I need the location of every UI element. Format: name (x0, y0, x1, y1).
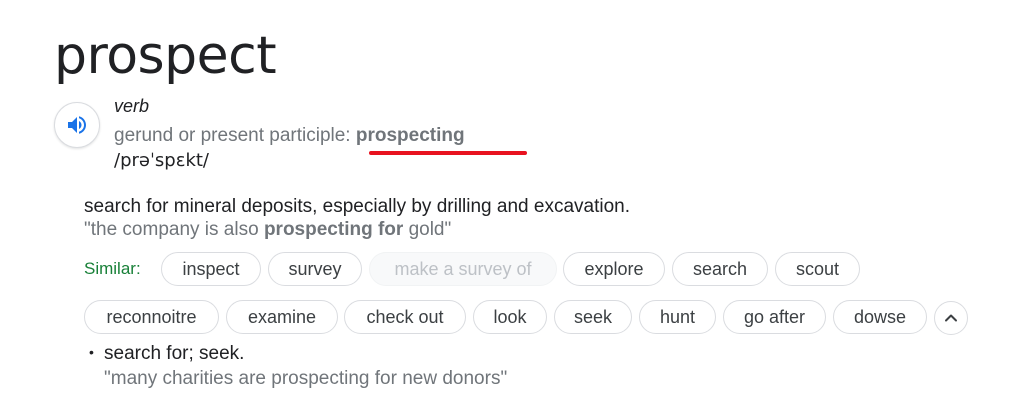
example-1-start: "the company is also (84, 219, 264, 240)
similar-chip-look[interactable]: look (473, 300, 547, 334)
similar-chip-search[interactable]: search (672, 252, 768, 286)
collapse-similar-button[interactable] (934, 301, 968, 335)
example-1-highlight: prospecting for (263, 219, 404, 240)
inflection-form: prospecting (355, 125, 465, 146)
example-1-end: gold" (403, 219, 452, 240)
similar-chip-explore[interactable]: explore (563, 252, 665, 286)
similar-chip-make-a-survey-of: make a survey of (369, 252, 557, 286)
similar-chip-examine[interactable]: examine (226, 300, 338, 334)
chevron-up-icon (945, 314, 957, 322)
example-1: "the company is also prospecting for gol… (84, 219, 451, 241)
similar-chip-check-out[interactable]: check out (344, 300, 466, 334)
definition-1: search for mineral deposits, especially … (84, 196, 630, 217)
similar-chip-go-after[interactable]: go after (723, 300, 826, 334)
red-underline-annotation (369, 151, 527, 155)
similar-chip-dowse[interactable]: dowse (833, 300, 927, 334)
similar-chip-inspect[interactable]: inspect (161, 252, 261, 286)
definition-2: search for; seek. (104, 343, 245, 364)
similar-label: Similar: (84, 259, 141, 278)
headword: prospect (54, 26, 277, 86)
phonetic-transcription: /prəˈspɛkt/ (114, 150, 209, 171)
part-of-speech: verb (114, 96, 150, 116)
similar-chip-hunt[interactable]: hunt (639, 300, 716, 334)
definition-2-bullet: • (89, 344, 94, 360)
similar-chip-seek[interactable]: seek (554, 300, 632, 334)
example-2: "many charities are prospecting for new … (104, 368, 508, 389)
pronunciation-speaker-button[interactable] (54, 102, 100, 148)
similar-chip-scout[interactable]: scout (775, 252, 860, 286)
inflection-line: gerund or present participle: prospectin… (114, 125, 465, 147)
inflection-label: gerund or present participle: (114, 125, 356, 146)
similar-chip-reconnoitre[interactable]: reconnoitre (84, 300, 219, 334)
similar-chip-survey[interactable]: survey (268, 252, 362, 286)
speaker-icon (68, 116, 86, 134)
